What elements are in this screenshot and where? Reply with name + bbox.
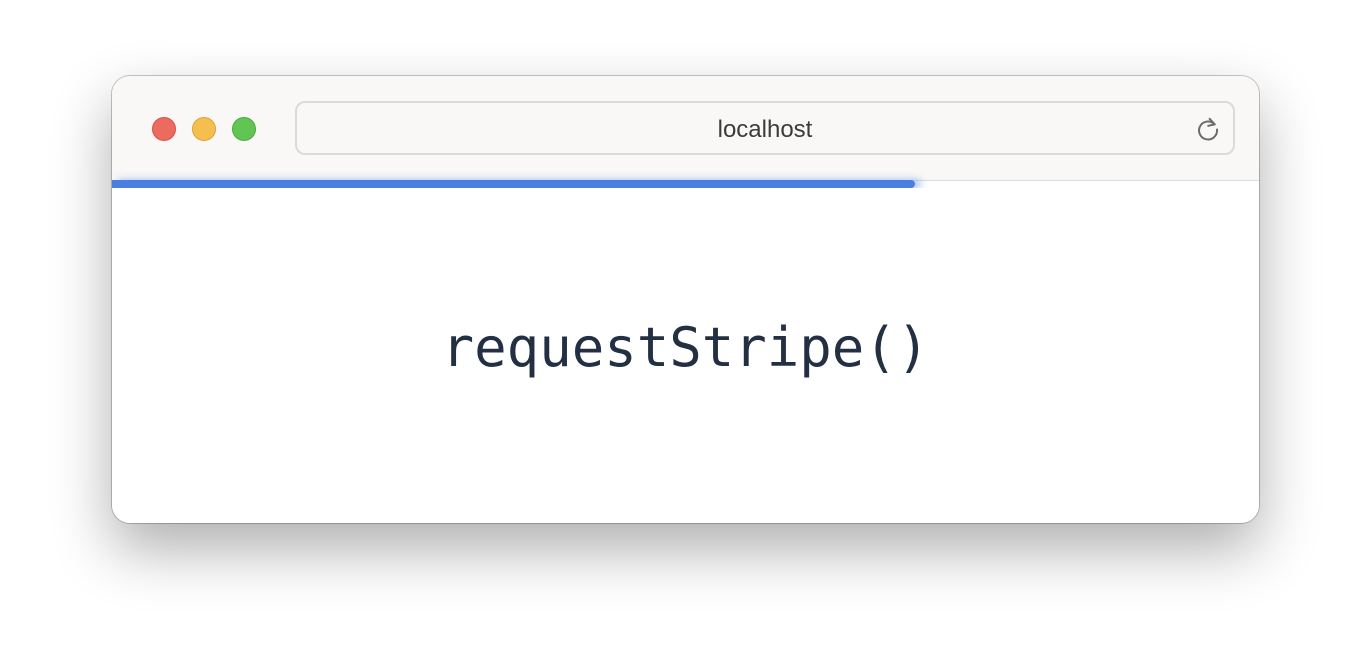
page-load-progress-bar xyxy=(112,180,1259,188)
browser-window: localhost requestStripe() xyxy=(112,76,1259,523)
reload-icon[interactable] xyxy=(1195,116,1221,142)
address-bar-url: localhost xyxy=(717,116,813,143)
title-bar: localhost xyxy=(112,76,1259,181)
page-load-progress-fill xyxy=(112,180,915,188)
address-bar[interactable]: localhost xyxy=(295,101,1235,155)
code-label: requestStripe() xyxy=(441,316,930,379)
maximize-window-button[interactable] xyxy=(232,117,256,141)
page-content: requestStripe() xyxy=(112,188,1259,523)
close-window-button[interactable] xyxy=(152,117,176,141)
minimize-window-button[interactable] xyxy=(192,117,216,141)
